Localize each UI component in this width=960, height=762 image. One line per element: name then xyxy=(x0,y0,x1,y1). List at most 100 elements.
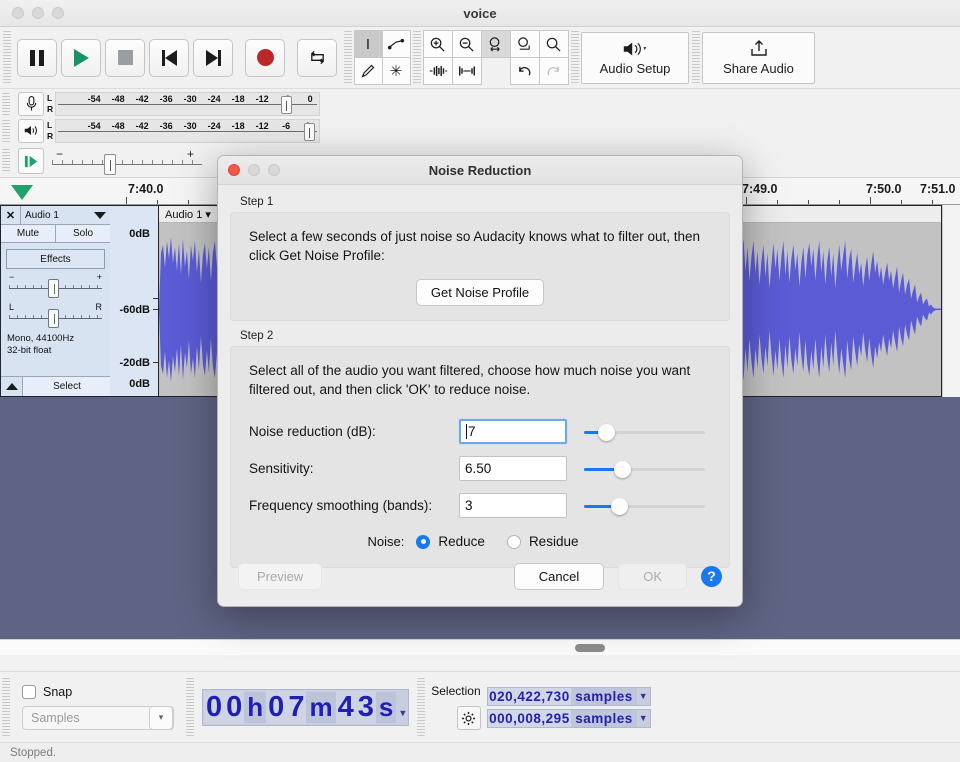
selection-start-field[interactable]: 020,422,730 samples ▼ xyxy=(487,687,651,706)
loop-icon xyxy=(308,48,327,67)
playback-meter-toolbar: LR -54 -48 -42 -36 -30 -24 -18 -12 -6 0 xyxy=(0,117,960,144)
meter-tick: -54 xyxy=(88,121,101,131)
share-audio-toolbar-grip[interactable] xyxy=(692,31,700,84)
transport-toolbar-grip[interactable] xyxy=(3,31,11,84)
chevron-down-icon[interactable]: ▼ xyxy=(637,713,650,723)
skip-to-end-button[interactable] xyxy=(193,39,233,77)
selection-tool-icon: I xyxy=(366,36,370,53)
channel-l-label: L xyxy=(47,93,53,104)
track-vertical-ruler[interactable]: 0dB -60dB -20dB 0dB xyxy=(110,205,158,397)
selection-length-field[interactable]: 000,008,295 samples ▼ xyxy=(487,709,651,728)
fit-selection-button[interactable] xyxy=(481,30,511,58)
selection-settings-button[interactable] xyxy=(457,706,481,730)
silence-audio-button[interactable] xyxy=(452,57,482,85)
zoom-toggle-button[interactable] xyxy=(539,30,569,58)
envelope-tool-button[interactable] xyxy=(382,30,411,58)
zoom-toggle-icon xyxy=(545,36,562,53)
frequency-smoothing-slider[interactable] xyxy=(584,497,711,515)
recording-volume-slider[interactable] xyxy=(281,96,292,114)
zoom-out-button[interactable] xyxy=(452,30,482,58)
stop-button[interactable] xyxy=(105,39,145,77)
tools-toolbar-grip[interactable] xyxy=(344,31,352,84)
trim-audio-button[interactable] xyxy=(423,57,453,85)
track-pan-slider[interactable]: L R xyxy=(9,305,102,329)
play-speed-thumb[interactable] xyxy=(104,154,116,175)
skip-to-start-button[interactable] xyxy=(149,39,189,77)
undo-button[interactable] xyxy=(510,57,540,85)
play-at-speed-button[interactable] xyxy=(18,148,44,174)
track-format-info: Mono, 44100Hz 32-bit float xyxy=(1,329,110,357)
recording-meter-button[interactable] xyxy=(18,92,44,116)
channel-l-label: L xyxy=(47,120,53,131)
timeline-label: 7:49.0 xyxy=(742,182,777,196)
time-toolbar-grip[interactable] xyxy=(2,678,10,736)
audio-setup-button[interactable]: Audio Setup xyxy=(581,32,689,84)
track-vertical-scrollbar[interactable] xyxy=(942,205,960,397)
playback-volume-slider[interactable] xyxy=(304,123,315,141)
zoom-in-button[interactable] xyxy=(423,30,453,58)
track-collapse-button[interactable] xyxy=(1,377,23,396)
draw-tool-button[interactable] xyxy=(354,57,383,85)
horizontal-scrollbar[interactable] xyxy=(0,639,960,655)
chevron-up-icon xyxy=(6,383,18,390)
bottom-toolbar-area: Snap Samples ▾ 0 0 h 0 7 m 4 3 s ▼ xyxy=(0,671,960,742)
preview-button[interactable]: Preview xyxy=(238,563,322,590)
audio-position-digits[interactable]: 0 0 h 0 7 m 4 3 s ▼ xyxy=(202,689,409,726)
track-name-dropdown[interactable]: Audio 1 xyxy=(21,206,110,224)
redo-button[interactable] xyxy=(539,57,569,85)
audio-setup-toolbar-grip[interactable] xyxy=(571,31,579,84)
selection-toolbar-grip[interactable] xyxy=(417,678,425,736)
horizontal-scrollbar-thumb[interactable] xyxy=(575,644,605,652)
noise-reduction-slider[interactable] xyxy=(584,423,711,441)
chevron-down-icon[interactable]: ▼ xyxy=(398,708,407,724)
noise-reduction-label: Noise reduction (dB): xyxy=(249,424,459,439)
record-button[interactable] xyxy=(245,39,285,77)
pause-button[interactable] xyxy=(17,39,57,77)
edit-toolbar-grip[interactable] xyxy=(413,31,421,84)
fit-project-button[interactable] xyxy=(510,30,540,58)
play-speed-grip[interactable] xyxy=(2,149,10,173)
cancel-button[interactable]: Cancel xyxy=(514,563,604,590)
track-solo-button[interactable]: Solo xyxy=(56,225,110,242)
loop-button[interactable] xyxy=(297,39,337,77)
track-effects-button[interactable]: Effects xyxy=(6,249,105,269)
tools-toolbar: I ✳ xyxy=(354,27,410,88)
track-name-label: Audio 1 xyxy=(25,210,59,221)
ok-button[interactable]: OK xyxy=(618,563,687,590)
gain-thumb[interactable] xyxy=(48,279,59,298)
selection-tool-button[interactable]: I xyxy=(354,30,383,58)
playback-meter-button[interactable] xyxy=(18,119,44,143)
time-unit: s xyxy=(376,692,396,723)
playback-meter-scale[interactable]: -54 -48 -42 -36 -30 -24 -18 -12 -6 0 xyxy=(55,119,320,143)
sensitivity-slider[interactable] xyxy=(584,460,711,478)
multi-tool-button[interactable]: ✳ xyxy=(382,57,411,85)
snap-checkbox[interactable] xyxy=(22,685,36,699)
audio-setup-toolbar: Audio Setup xyxy=(581,27,689,88)
snap-to-select[interactable]: Samples ▾ xyxy=(22,706,174,730)
select-label: Select xyxy=(53,381,81,392)
chevron-down-icon[interactable]: ▼ xyxy=(637,691,650,701)
get-noise-profile-button[interactable]: Get Noise Profile xyxy=(416,279,544,306)
time-digit: 0 xyxy=(204,691,224,724)
track-mute-button[interactable]: Mute xyxy=(1,225,56,242)
track-gain-slider[interactable]: − + xyxy=(9,275,102,299)
noise-reduction-input[interactable]: 7 xyxy=(459,419,567,444)
track-select-button[interactable]: Select xyxy=(23,377,111,396)
pan-thumb[interactable] xyxy=(48,309,59,328)
recording-meter-scale[interactable]: -54 -48 -42 -36 -30 -24 -18 -12 -6 0 xyxy=(55,92,320,116)
sensitivity-input[interactable]: 6.50 xyxy=(459,456,567,481)
big-time-grip[interactable] xyxy=(186,678,194,736)
trim-audio-icon xyxy=(428,64,448,78)
frequency-smoothing-input[interactable]: 3 xyxy=(459,493,567,518)
track-close-button[interactable]: ✕ xyxy=(1,206,21,224)
help-button[interactable]: ? xyxy=(701,566,722,587)
chevron-down-icon[interactable]: ▾ xyxy=(149,706,173,730)
play-speed-slider[interactable]: − + xyxy=(52,148,202,174)
pinned-play-head-button[interactable] xyxy=(8,180,36,204)
play-button[interactable] xyxy=(61,39,101,77)
vertical-ruler-label: 0dB xyxy=(129,228,150,240)
playback-meter-grip[interactable] xyxy=(2,120,10,142)
audio-position-toolbar[interactable]: 0 0 h 0 7 m 4 3 s ▼ xyxy=(196,672,415,742)
recording-meter-grip[interactable] xyxy=(2,93,10,115)
share-audio-button[interactable]: Share Audio xyxy=(702,32,815,84)
